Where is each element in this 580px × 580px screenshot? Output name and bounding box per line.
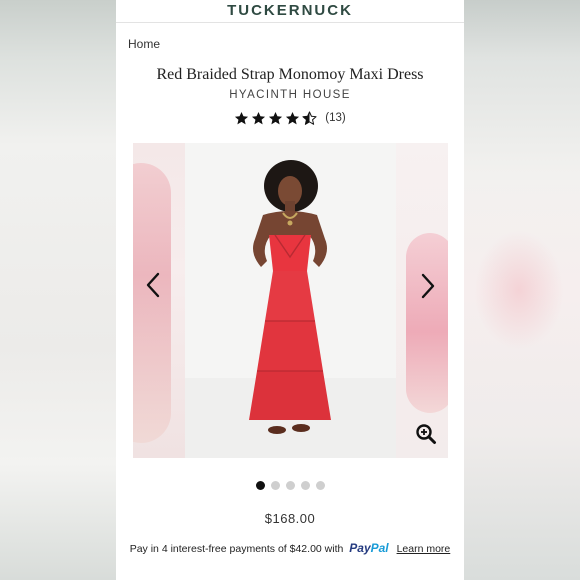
paypal-installments: Pay in 4 interest-free payments of $42.0… (116, 541, 464, 555)
breadcrumb-home[interactable]: Home (128, 37, 160, 51)
gallery-dot[interactable] (270, 481, 280, 490)
gallery-dot[interactable] (300, 481, 310, 490)
gallery-pagination (116, 481, 464, 490)
star-icon (235, 111, 249, 124)
star-half-icon (302, 110, 317, 125)
brand-logo[interactable]: TUCKERNUCK (116, 2, 464, 22)
paypal-installment-text: Pay in 4 interest-free payments of $42.0… (129, 543, 344, 555)
previous-slide-preview (133, 143, 185, 458)
paypal-learn-more-link[interactable]: Learn more (397, 543, 451, 555)
chevron-right-icon (421, 273, 435, 299)
chevron-left-icon (146, 272, 160, 298)
product-image[interactable] (185, 143, 396, 458)
star-icon (252, 111, 266, 124)
star-icon (286, 111, 300, 124)
background-left (0, 0, 116, 580)
zoom-button[interactable] (415, 423, 437, 445)
header-divider (116, 22, 464, 23)
model-in-red-dress-image (185, 143, 396, 458)
review-count[interactable]: (13) (325, 112, 345, 124)
product-title: Red Braided Strap Monomoy Maxi Dress (156, 66, 424, 83)
product-vendor[interactable]: HYACINTH HOUSE (116, 89, 464, 101)
next-image-button[interactable] (416, 271, 440, 301)
background-right (464, 0, 580, 580)
product-rating[interactable]: (13) (116, 108, 464, 128)
gallery-dot[interactable] (285, 481, 295, 490)
gallery-dot[interactable] (255, 481, 265, 490)
gallery-dot[interactable] (315, 481, 325, 490)
product-price: $168.00 (264, 511, 316, 526)
product-image-gallery[interactable] (133, 143, 448, 458)
previous-image-button[interactable] (141, 270, 165, 300)
product-page: TUCKERNUCK Home Red Braided Strap Monomo… (116, 0, 464, 580)
zoom-in-icon (416, 424, 436, 444)
paypal-logo: PayPal (349, 541, 389, 555)
star-icon (269, 111, 283, 124)
